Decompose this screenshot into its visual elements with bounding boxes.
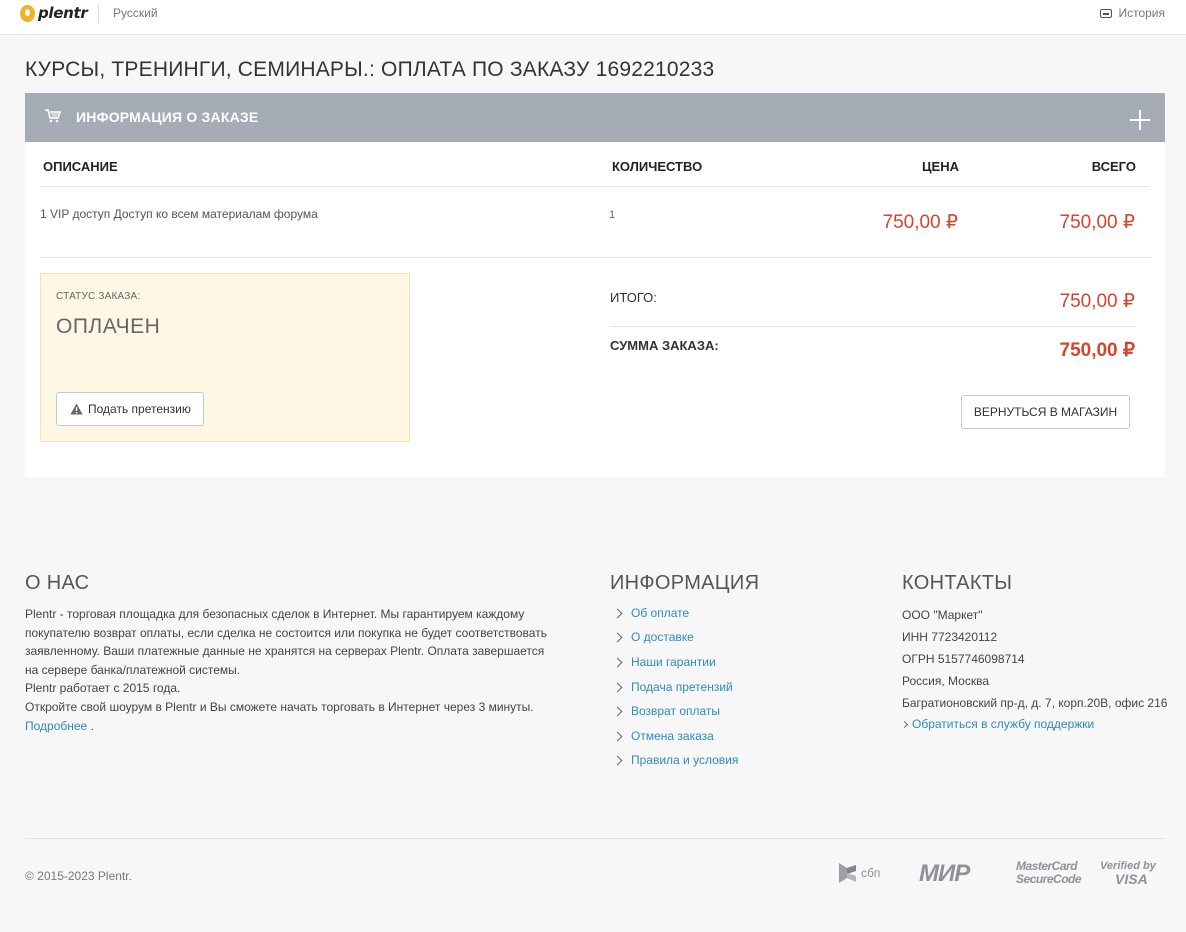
about-more-suffix: . (87, 718, 94, 733)
chevron-right-icon (612, 731, 623, 741)
brand-name: plentr (38, 4, 88, 22)
info-link-label[interactable]: Об оплате (631, 606, 689, 620)
info-link-label[interactable]: Отмена заказа (631, 729, 714, 743)
mastercard-line2: SecureCode (1016, 872, 1082, 886)
info-link-payment[interactable]: Об оплате (612, 606, 689, 620)
contacts-title: КОНТАКТЫ (902, 572, 1013, 594)
contact-inn: ИНН 7723420112 (902, 630, 998, 644)
info-link-label[interactable]: Подача претензий (631, 680, 733, 694)
subtotal-value: 750,00 ₽ (1059, 291, 1135, 312)
contact-address: Багратионовский пр-д, д. 7, корп.20В, оф… (902, 696, 1168, 710)
about-paragraph-3: Откройте свой шоурум в Plentr и Вы сможе… (25, 699, 534, 714)
info-link-label[interactable]: Наши гарантии (631, 655, 716, 669)
table-divider (40, 186, 1150, 187)
footer-divider (25, 838, 1165, 839)
sbp-logo: сбп (838, 862, 880, 884)
info-link-label[interactable]: Правила и условия (631, 753, 738, 767)
chevron-right-icon (612, 632, 623, 642)
info-link-label[interactable]: Возврат оплаты (631, 704, 720, 718)
contact-ogrn: ОГРН 5157746098714 (902, 652, 1025, 666)
support-link-label[interactable]: Обратиться в службу поддержки (912, 717, 1094, 731)
brand-logo[interactable]: plentr (20, 4, 88, 22)
about-text: Plentr - торговая площадка для безопасны… (25, 605, 555, 735)
about-paragraph-1: Plentr - торговая площадка для безопасны… (25, 607, 547, 677)
warning-icon (70, 403, 83, 415)
chevron-right-icon (612, 608, 623, 618)
chevron-right-icon (612, 657, 623, 667)
about-more-line: Подробнее . (25, 717, 555, 736)
item-description: 1 VIP доступ Доступ ко всем материалам ф… (40, 207, 318, 221)
info-link-guarantees[interactable]: Наши гарантии (612, 655, 716, 669)
mastercard-securecode-logo: MasterCard SecureCode (1016, 860, 1082, 886)
info-link-cancel[interactable]: Отмена заказа (612, 729, 714, 743)
info-link-claims[interactable]: Подача претензий (612, 680, 733, 694)
info-link-label[interactable]: О доставке (631, 630, 694, 644)
table-bottom-divider (40, 257, 1151, 258)
about-more-link[interactable]: Подробнее (25, 719, 87, 733)
logo-mark-icon (20, 4, 35, 22)
info-link-delivery[interactable]: О доставке (612, 630, 694, 644)
visa-line2: VISA (1115, 871, 1148, 887)
status-label: СТАТУС ЗАКАЗА: (56, 291, 141, 302)
chevron-right-icon (612, 682, 623, 692)
item-total: 750,00 ₽ (1059, 212, 1135, 233)
history-link[interactable]: История (1100, 6, 1165, 20)
sbp-text: сбп (861, 866, 881, 880)
cart-icon (45, 109, 61, 123)
col-price: ЦЕНА (922, 159, 959, 174)
chevron-right-icon (612, 755, 623, 765)
copyright: © 2015-2023 Plentr. (25, 869, 132, 883)
language-selector[interactable]: Русский (113, 6, 158, 20)
back-to-shop-button[interactable]: ВЕРНУТЬСЯ В МАГАЗИН (961, 395, 1130, 429)
subtotal-label: ИТОГО: (610, 290, 657, 305)
sbp-icon (839, 863, 856, 883)
order-sum-value: 750,00 ₽ (1059, 340, 1135, 361)
info-link-refund[interactable]: Возврат оплаты (612, 704, 720, 718)
order-status-box: СТАТУС ЗАКАЗА: ОПЛАЧЕН Подать претензию (40, 273, 410, 442)
top-bar: plentr Русский История (0, 0, 1186, 35)
info-link-terms[interactable]: Правила и условия (612, 753, 738, 767)
item-quantity: 1 (609, 209, 616, 221)
expand-plus-icon[interactable] (1130, 110, 1150, 130)
contact-company: ООО "Маркет" (902, 608, 983, 622)
inbox-icon (1100, 8, 1113, 18)
history-label: История (1118, 6, 1165, 20)
col-quantity: КОЛИЧЕСТВО (612, 159, 703, 174)
about-title: О НАС (25, 572, 90, 594)
order-sum-label: СУММА ЗАКАЗА: (610, 338, 719, 353)
top-divider (98, 4, 99, 23)
order-info-title: ИНФОРМАЦИЯ О ЗАКАЗЕ (76, 109, 259, 125)
col-description: ОПИСАНИЕ (43, 159, 118, 174)
info-title: ИНФОРМАЦИЯ (610, 572, 760, 594)
order-card: ИНФОРМАЦИЯ О ЗАКАЗЕ ОПИСАНИЕ КОЛИЧЕСТВО … (25, 93, 1165, 477)
about-paragraph-2: Plentr работает с 2015 года. (25, 681, 181, 696)
summary-divider (610, 326, 1135, 327)
chevron-right-icon (900, 720, 909, 728)
status-value: ОПЛАЧЕН (56, 315, 161, 338)
chevron-right-icon (612, 706, 623, 716)
file-claim-button[interactable]: Подать претензию (56, 392, 204, 426)
file-claim-label: Подать претензию (88, 402, 191, 416)
mir-logo: МИР (919, 860, 970, 887)
item-price: 750,00 ₽ (882, 212, 958, 233)
contact-city: Россия, Москва (902, 674, 989, 688)
col-total: ВСЕГО (1091, 159, 1136, 174)
order-info-header[interactable]: ИНФОРМАЦИЯ О ЗАКАЗЕ (25, 93, 1165, 142)
support-link[interactable]: Обратиться в службу поддержки (900, 717, 1094, 731)
page-title: КУРСЫ, ТРЕНИНГИ, СЕМИНАРЫ.: ОПЛАТА ПО ЗА… (25, 58, 715, 81)
verified-by-visa-logo: Verified by VISA (1100, 860, 1156, 886)
